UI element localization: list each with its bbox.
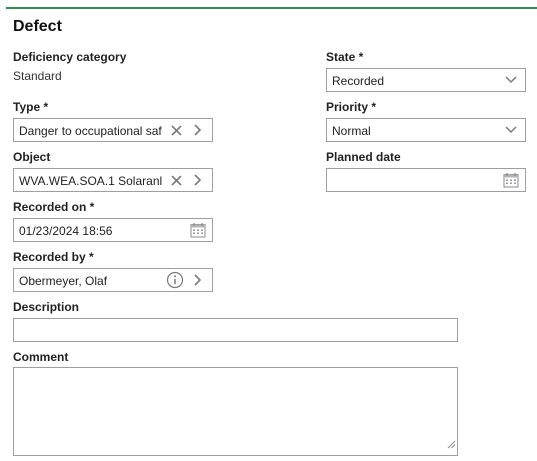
section-title: Defect: [13, 18, 62, 35]
object-label: Object: [13, 150, 51, 164]
comment-label: Comment: [13, 350, 69, 364]
priority-value: Normal: [332, 124, 371, 138]
comment-textarea[interactable]: [13, 367, 458, 456]
resize-grip-icon[interactable]: [447, 436, 456, 454]
clear-icon[interactable]: [166, 169, 186, 191]
recorded-by-label: Recorded by *: [13, 250, 94, 264]
planned-date-label: Planned date: [326, 150, 401, 164]
info-icon[interactable]: [164, 269, 186, 291]
calendar-icon[interactable]: [187, 219, 209, 241]
chevron-right-icon[interactable]: [188, 119, 208, 141]
planned-date-input[interactable]: [326, 168, 526, 192]
priority-label: Priority *: [326, 100, 377, 114]
chevron-right-icon[interactable]: [188, 169, 208, 191]
recorded-on-input[interactable]: 01/23/2024 18:56: [13, 218, 213, 242]
state-value: Recorded: [332, 74, 385, 88]
chevron-down-icon[interactable]: [501, 69, 521, 91]
recorded-on-value: 01/23/2024 18:56: [19, 224, 113, 238]
object-field[interactable]: WVA.WEA.SOA.1 Solaranlage: [13, 168, 213, 192]
recorded-by-field[interactable]: Obermeyer, Olaf: [13, 268, 213, 292]
recorded-by-value: Obermeyer, Olaf: [19, 274, 108, 288]
description-input[interactable]: [13, 318, 458, 342]
state-label: State *: [326, 50, 364, 64]
chevron-down-icon[interactable]: [501, 119, 521, 141]
recorded-on-label: Recorded on *: [13, 200, 95, 214]
deficiency-category-value: Standard: [13, 69, 62, 83]
type-label: Type *: [13, 100, 49, 114]
priority-select[interactable]: Normal: [326, 118, 526, 142]
type-field[interactable]: Danger to occupational safety: [13, 118, 213, 142]
deficiency-category-label: Deficiency category: [13, 50, 127, 64]
calendar-icon[interactable]: [500, 169, 522, 191]
section-top-border: [6, 7, 537, 9]
object-value: WVA.WEA.SOA.1 Solaranlage: [19, 174, 162, 188]
clear-icon[interactable]: [166, 119, 186, 141]
type-value: Danger to occupational safety: [19, 124, 162, 138]
chevron-right-icon[interactable]: [188, 269, 208, 291]
description-label: Description: [13, 300, 80, 314]
state-select[interactable]: Recorded: [326, 68, 526, 92]
